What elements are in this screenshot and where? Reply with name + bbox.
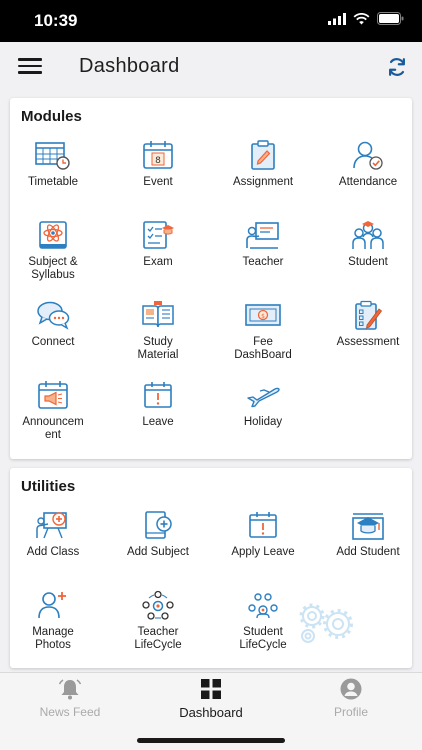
- status-icons: [328, 12, 404, 25]
- module-event[interactable]: 8 Event: [105, 139, 211, 189]
- module-holiday[interactable]: Holiday: [210, 379, 316, 429]
- utility-apply-leave[interactable]: Apply Leave: [210, 509, 316, 559]
- module-assignment[interactable]: Assignment: [210, 139, 316, 189]
- utility-label: Add Student: [336, 546, 400, 558]
- utility-label: Apply Leave: [231, 546, 295, 558]
- module-label: Teacher: [242, 256, 284, 268]
- status-time: 10:39: [34, 11, 78, 30]
- utility-label: Manage Photos: [32, 626, 74, 651]
- module-subject-syllabus[interactable]: Subject & Syllabus: [0, 219, 106, 282]
- app-screen: 10:39 Dashboard Modules Timetable 8 Even: [0, 0, 422, 750]
- svg-text:$: $: [261, 313, 265, 320]
- module-label: Exam: [143, 256, 173, 268]
- airplane-icon: [247, 387, 280, 408]
- banknote-icon: $: [245, 304, 281, 326]
- calendar-alert-icon: [144, 382, 172, 408]
- utility-label: Teacher LifeCycle: [134, 626, 182, 651]
- profile-icon: [340, 678, 362, 700]
- teacher-lifecycle-icon: [142, 590, 174, 620]
- modules-card: Modules Timetable 8 Event Assignment Att…: [10, 98, 412, 459]
- calendar-alert-icon: [249, 512, 277, 538]
- exam-sheet-icon: [143, 221, 174, 249]
- utility-label: Add Subject: [126, 546, 189, 558]
- students-group-icon: [352, 221, 384, 249]
- svg-text:8: 8: [155, 156, 161, 166]
- module-fee-dashboard[interactable]: $ Fee DashBoard: [210, 299, 316, 362]
- checklist-pencil-icon: [355, 300, 383, 330]
- module-label: Assessment: [336, 336, 400, 348]
- bell-icon: [58, 679, 82, 700]
- module-exam[interactable]: Exam: [105, 219, 211, 269]
- add-class-icon: [36, 512, 67, 539]
- home-indicator: [137, 738, 285, 743]
- modules-title: Modules: [21, 108, 82, 125]
- module-label: Connect: [31, 336, 75, 348]
- student-lifecycle-icon: [248, 593, 278, 619]
- menu-icon: [18, 58, 42, 61]
- module-label: Timetable: [27, 176, 79, 188]
- utility-label: Add Class: [26, 546, 80, 558]
- nav-profile[interactable]: Profile: [291, 677, 411, 719]
- module-timetable[interactable]: Timetable: [0, 139, 106, 189]
- module-label: Study Material: [137, 336, 179, 361]
- module-connect[interactable]: Connect: [0, 299, 106, 349]
- module-label: Assignment: [232, 176, 294, 188]
- page-title: Dashboard: [79, 55, 180, 77]
- open-book-icon: [142, 301, 174, 328]
- calendar-icon: 8: [143, 141, 173, 169]
- nav-news-feed[interactable]: News Feed: [10, 677, 130, 719]
- module-student[interactable]: Student: [315, 219, 421, 269]
- nav-label: Dashboard: [179, 705, 243, 720]
- signal-icon: [328, 12, 346, 25]
- module-leave[interactable]: Leave: [105, 379, 211, 429]
- module-label: Holiday: [243, 416, 283, 428]
- utility-manage-photos[interactable]: Manage Photos: [0, 589, 106, 652]
- timetable-icon: [35, 142, 70, 170]
- module-label: Announcem ent: [22, 416, 84, 441]
- dashboard-grid-icon: [201, 679, 221, 699]
- module-teacher[interactable]: Teacher: [210, 219, 316, 269]
- graduation-cap-icon: [352, 513, 384, 540]
- module-label: Subject & Syllabus: [28, 256, 78, 281]
- add-user-icon: [38, 592, 66, 619]
- megaphone-calendar-icon: [38, 381, 68, 409]
- add-subject-icon: [145, 511, 172, 539]
- user-check-icon: [353, 141, 383, 170]
- utility-teacher-lifecycle[interactable]: Teacher LifeCycle: [105, 589, 211, 652]
- utility-add-subject[interactable]: Add Subject: [105, 509, 211, 559]
- nav-label: Profile: [333, 705, 368, 719]
- gears-watermark-icon: [299, 603, 353, 643]
- module-label: Leave: [142, 416, 174, 428]
- module-study-material[interactable]: Study Material: [105, 299, 211, 362]
- wifi-icon: [353, 12, 370, 24]
- module-label: Fee DashBoard: [234, 336, 292, 361]
- menu-button[interactable]: [18, 58, 42, 76]
- status-bar: 10:39: [0, 0, 422, 42]
- utility-add-student[interactable]: Add Student: [315, 509, 421, 559]
- module-assessment[interactable]: Assessment: [315, 299, 421, 349]
- chat-bubbles-icon: [37, 301, 70, 330]
- module-label: Event: [143, 176, 173, 188]
- nav-dashboard[interactable]: Dashboard: [151, 677, 271, 720]
- atom-book-icon: [39, 221, 67, 249]
- refresh-icon[interactable]: [386, 56, 408, 78]
- battery-icon: [377, 12, 404, 25]
- nav-label: News Feed: [39, 705, 101, 719]
- utility-add-class[interactable]: Add Class: [0, 509, 106, 559]
- clipboard-pen-icon: [251, 140, 275, 170]
- module-label: Attendance: [338, 176, 398, 188]
- module-label: Student: [348, 256, 388, 268]
- teacher-board-icon: [246, 222, 279, 249]
- module-attendance[interactable]: Attendance: [315, 139, 421, 189]
- module-announcement[interactable]: Announcem ent: [0, 379, 106, 442]
- app-header: Dashboard: [0, 42, 422, 94]
- utilities-title: Utilities: [21, 478, 76, 495]
